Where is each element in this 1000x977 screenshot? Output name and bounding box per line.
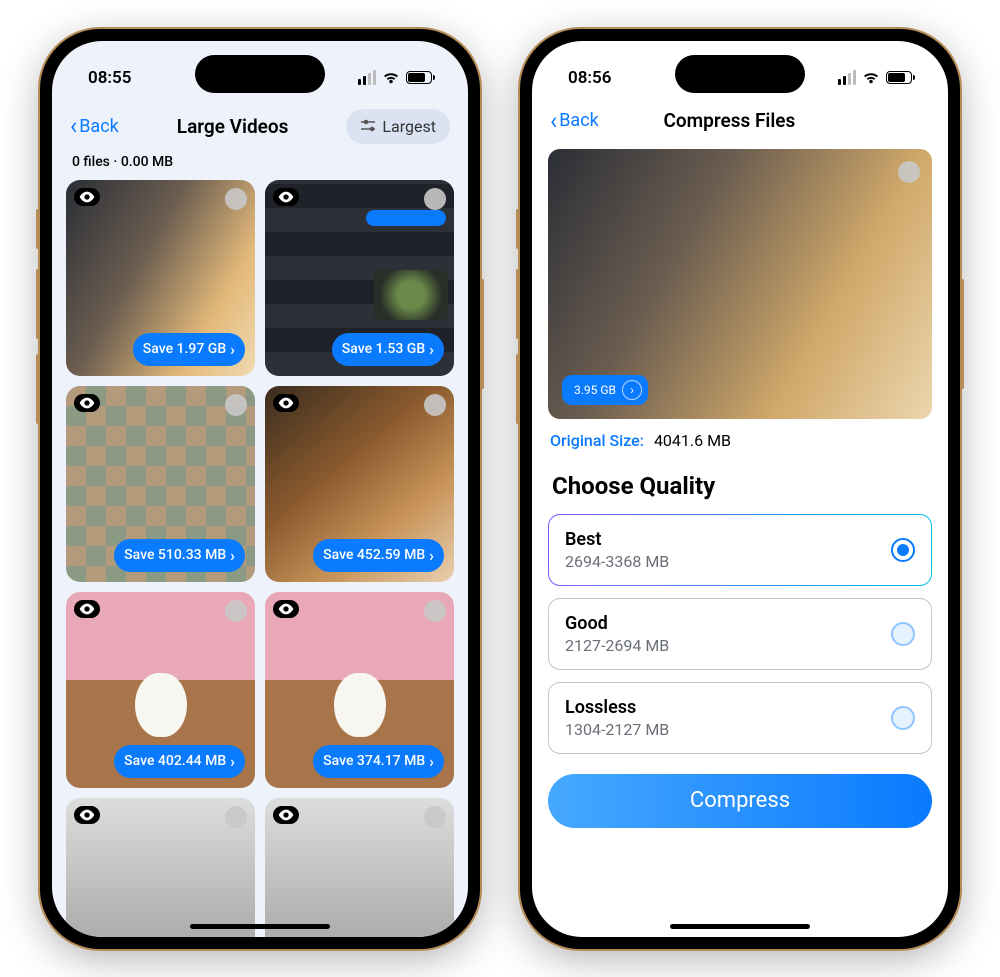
status-time: 08:56 <box>568 68 611 88</box>
quality-option-lossless[interactable]: Lossless 1304-2127 MB <box>548 682 932 754</box>
quality-option-best[interactable]: Best 2694-3368 MB <box>548 514 932 586</box>
save-badge[interactable]: Save 510.33 MB› <box>114 539 245 572</box>
save-badge[interactable]: Save 374.17 MB› <box>313 745 444 778</box>
back-label: Back <box>559 110 599 131</box>
chevron-right-icon: › <box>429 752 434 771</box>
chevron-right-icon: › <box>622 380 642 400</box>
dynamic-island <box>675 55 805 93</box>
select-circle[interactable] <box>424 806 446 828</box>
chevron-right-icon: › <box>429 546 434 565</box>
quality-options: Best 2694-3368 MB Good 2127-2694 MB Loss… <box>532 514 948 754</box>
chevron-right-icon: › <box>230 752 235 771</box>
video-grid[interactable]: Save 1.97 GB› Save 1.53 GB› Save 510.33 … <box>52 180 468 937</box>
nav-bar: ‹ Back Compress Files <box>532 95 948 143</box>
selection-status: 0 files · 0.00 MB <box>52 154 468 180</box>
phone-mockup-right: 08:56 ‹ Back Compress Files 3.95 GB › Or <box>520 29 960 949</box>
original-size-line: Original Size: 4041.6 MB <box>532 427 948 466</box>
quality-heading: Choose Quality <box>532 466 948 514</box>
chevron-right-icon: › <box>230 340 235 359</box>
video-preview[interactable]: 3.95 GB › <box>548 149 932 419</box>
home-indicator[interactable] <box>670 924 810 929</box>
video-thumb[interactable] <box>66 798 255 937</box>
preview-icon[interactable] <box>74 188 100 206</box>
filter-icon <box>360 119 376 133</box>
select-circle[interactable] <box>225 188 247 210</box>
video-thumb[interactable]: Save 1.97 GB› <box>66 180 255 376</box>
select-circle[interactable] <box>225 600 247 622</box>
preview-icon[interactable] <box>273 188 299 206</box>
select-circle[interactable] <box>225 394 247 416</box>
preview-icon[interactable] <box>74 600 100 618</box>
chevron-left-icon: ‹ <box>70 114 77 138</box>
wifi-icon <box>862 71 880 85</box>
wifi-icon <box>382 71 400 85</box>
page-title: Compress Files <box>663 109 795 132</box>
page-title: Large Videos <box>177 115 289 138</box>
compress-button[interactable]: Compress <box>548 774 932 828</box>
battery-icon <box>886 71 912 84</box>
back-label: Back <box>79 116 119 137</box>
back-button[interactable]: ‹ Back <box>70 114 119 138</box>
home-indicator[interactable] <box>190 924 330 929</box>
select-circle[interactable] <box>424 600 446 622</box>
select-circle[interactable] <box>424 188 446 210</box>
save-badge[interactable]: Save 1.53 GB› <box>332 333 444 366</box>
preview-icon[interactable] <box>74 394 100 412</box>
video-thumb[interactable] <box>265 798 454 937</box>
video-thumb[interactable]: Save 374.17 MB› <box>265 592 454 788</box>
back-button[interactable]: ‹ Back <box>550 109 599 133</box>
save-badge[interactable]: Save 452.59 MB› <box>313 539 444 572</box>
chevron-right-icon: › <box>429 340 434 359</box>
radio-unselected-icon[interactable] <box>891 622 915 646</box>
battery-icon <box>406 71 432 84</box>
select-circle[interactable] <box>898 161 920 183</box>
original-size-label: Original Size: <box>550 431 644 450</box>
preview-icon[interactable] <box>273 806 299 824</box>
status-time: 08:55 <box>88 68 131 88</box>
preview-icon[interactable] <box>74 806 100 824</box>
preview-icon[interactable] <box>273 600 299 618</box>
cellular-icon <box>358 70 376 85</box>
radio-unselected-icon[interactable] <box>891 706 915 730</box>
radio-selected-icon[interactable] <box>891 538 915 562</box>
phone-mockup-left: 08:55 ‹ Back Large Videos Largest 0 file… <box>40 29 480 949</box>
select-circle[interactable] <box>225 806 247 828</box>
cellular-icon <box>838 70 856 85</box>
original-size-value: 4041.6 MB <box>654 431 731 450</box>
video-thumb[interactable]: Save 402.44 MB› <box>66 592 255 788</box>
file-size-chip[interactable]: 3.95 GB › <box>562 375 648 405</box>
chevron-left-icon: ‹ <box>550 109 557 133</box>
quality-option-good[interactable]: Good 2127-2694 MB <box>548 598 932 670</box>
filter-label: Largest <box>382 117 436 136</box>
preview-icon[interactable] <box>273 394 299 412</box>
save-badge[interactable]: Save 402.44 MB› <box>114 745 245 778</box>
video-thumb[interactable]: Save 510.33 MB› <box>66 386 255 582</box>
select-circle[interactable] <box>424 394 446 416</box>
video-thumb[interactable]: Save 1.53 GB› <box>265 180 454 376</box>
sort-filter-button[interactable]: Largest <box>346 109 450 144</box>
nav-bar: ‹ Back Large Videos Largest <box>52 95 468 154</box>
video-thumb[interactable]: Save 452.59 MB› <box>265 386 454 582</box>
dynamic-island <box>195 55 325 93</box>
save-badge[interactable]: Save 1.97 GB› <box>133 333 245 366</box>
chevron-right-icon: › <box>230 546 235 565</box>
